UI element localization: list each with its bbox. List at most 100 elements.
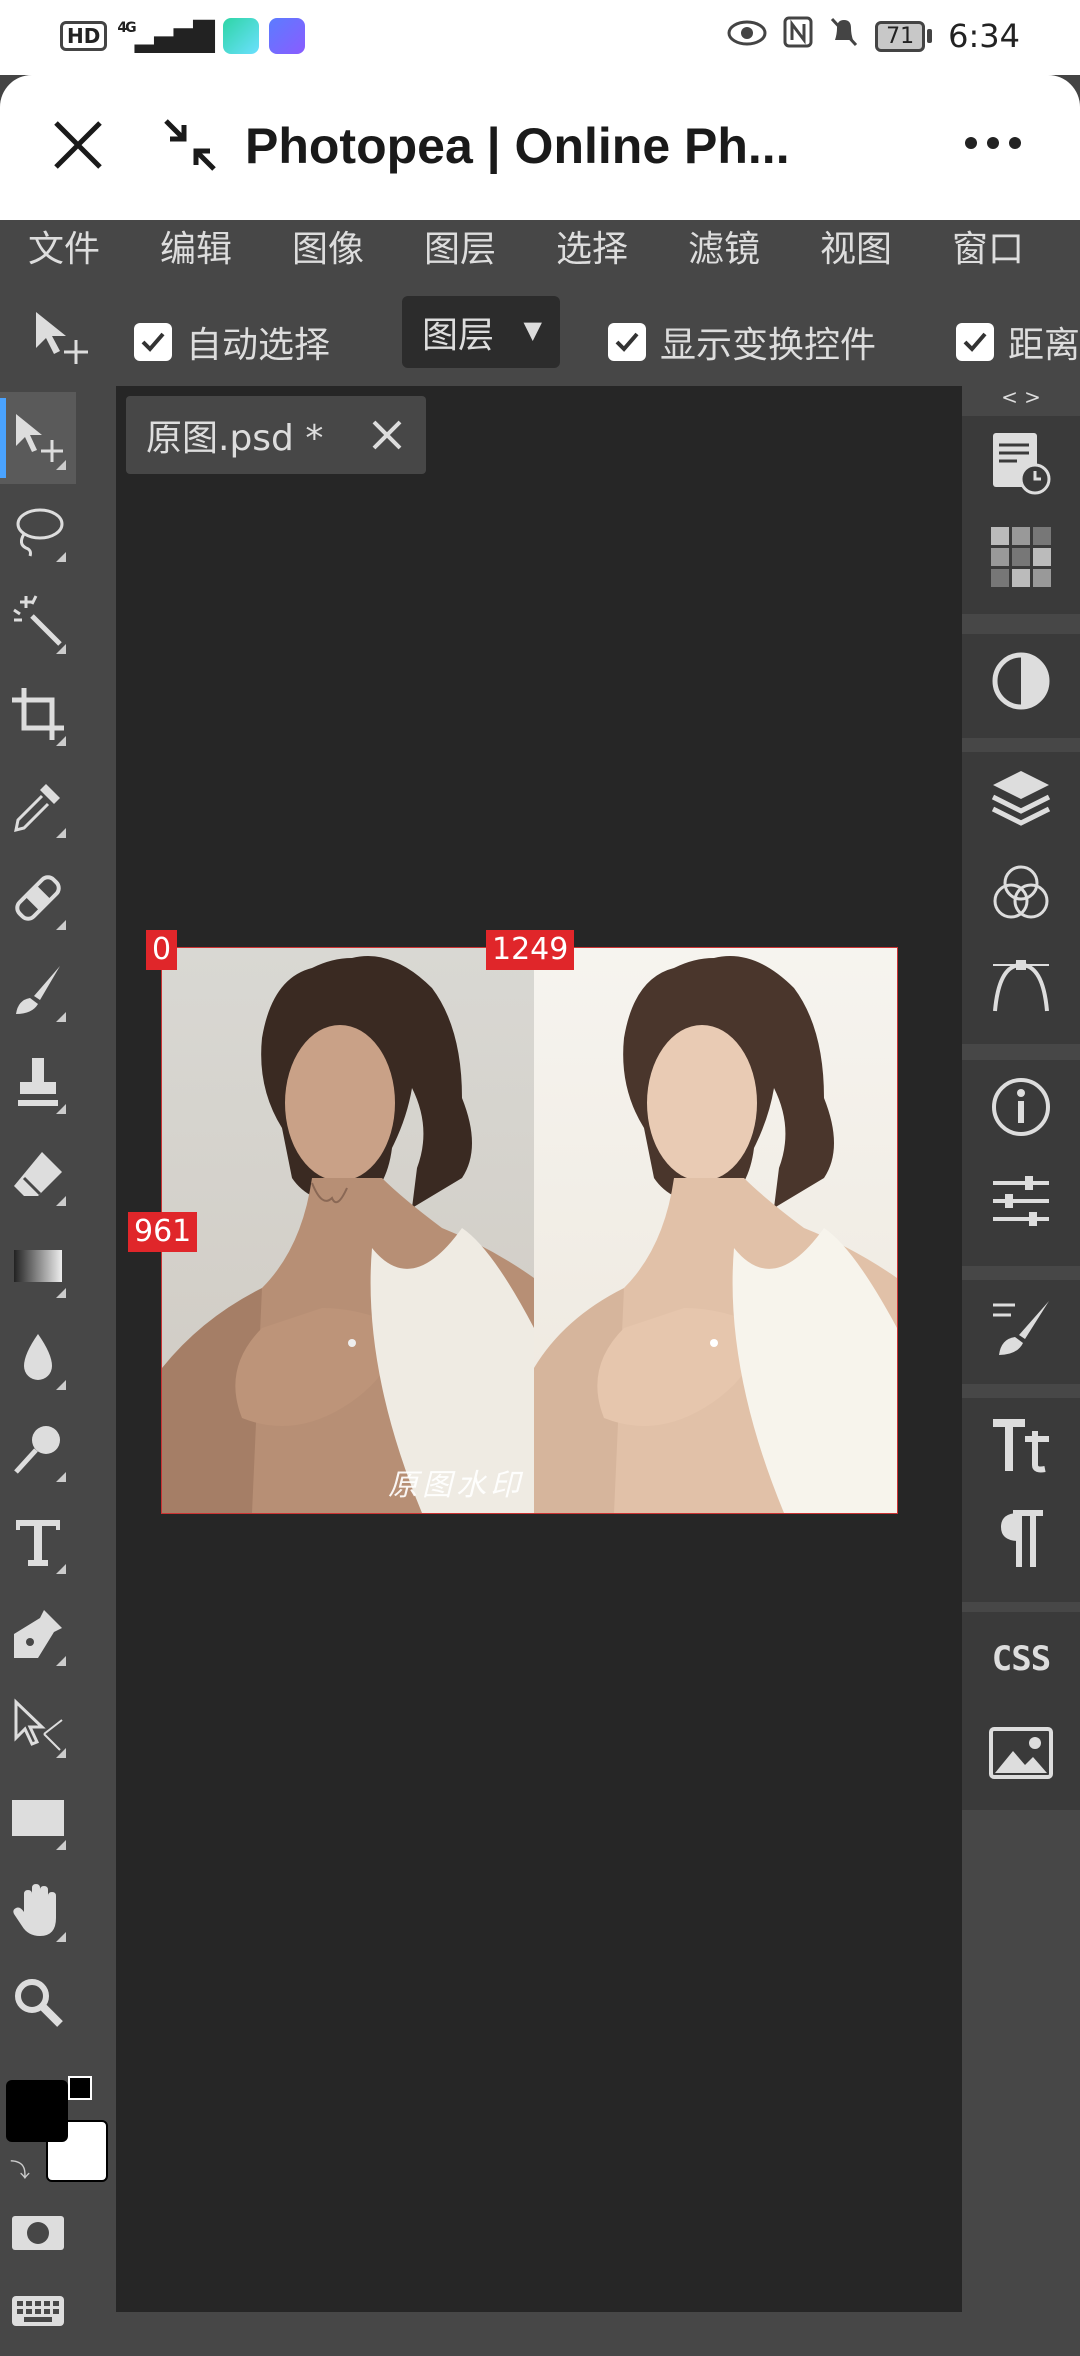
css-panel-button[interactable]: CSS [962, 1612, 1080, 1706]
auto-select-checkbox[interactable]: 自动选择 [134, 316, 330, 368]
browser-bar: Photopea | Online Ph... [0, 75, 1080, 220]
ruler-tag-origin: 0 [146, 930, 178, 970]
watermark-text: 原图水印 [388, 1468, 524, 1503]
info-icon [992, 1078, 1050, 1136]
original-photo: 原图水印 [162, 948, 534, 1513]
distance-checkbox[interactable]: 距离 [956, 316, 1080, 368]
swatches-icon [991, 527, 1051, 587]
move-tool[interactable] [0, 392, 76, 484]
direct-select-icon [14, 1698, 63, 1751]
css-icon: CSS [991, 1639, 1051, 1679]
move-tool-icon [16, 414, 63, 462]
character-icon [993, 1419, 1049, 1473]
panel-group-history [962, 416, 1080, 622]
status-bar: HD 4G▂▄▆█ 71 6:34 [0, 0, 1080, 75]
eyedropper-tool[interactable] [0, 760, 76, 852]
app-notification-icon [222, 18, 259, 54]
menu-file[interactable]: 文件 [0, 220, 132, 286]
clone-stamp-tool[interactable] [0, 1036, 76, 1128]
document-tab[interactable]: 原图.psd * [126, 396, 426, 474]
menu-select[interactable]: 选择 [528, 220, 660, 286]
crop-tool[interactable] [0, 668, 76, 760]
healing-brush-tool[interactable] [0, 852, 76, 944]
rectangle-icon [12, 1800, 64, 1836]
pen-tool[interactable] [0, 1588, 76, 1680]
distance-label: 距离 [1008, 325, 1080, 366]
dodge-tool[interactable] [0, 1404, 76, 1496]
menu-filter[interactable]: 滤镜 [660, 220, 792, 286]
menu-layer[interactable]: 图层 [396, 220, 528, 286]
checkbox-checked-icon [134, 323, 172, 361]
blur-tool[interactable] [0, 1312, 76, 1404]
gradient-tool[interactable] [0, 1220, 76, 1312]
brush-icon [16, 966, 60, 1014]
menu-bar: 文件 编辑 图像 图层 选择 滤镜 视图 窗口 [0, 220, 1080, 286]
rectangle-tool[interactable] [0, 1772, 76, 1864]
blur-icon [24, 1334, 52, 1380]
status-left-icons: HD 4G▂▄▆█ [60, 18, 305, 54]
battery-icon: 71 [875, 20, 933, 52]
dropdown-arrow-icon: ▼ [523, 316, 542, 344]
auto-select-label: 自动选择 [186, 325, 331, 366]
battery-level: 71 [875, 20, 926, 52]
stamp-icon [18, 1058, 58, 1106]
zoom-icon [15, 1979, 63, 2027]
swatches-panel-button[interactable] [962, 510, 1080, 604]
gradient-icon [14, 1250, 62, 1282]
document-tab-label: 原图.psd * [146, 418, 324, 459]
dodge-icon [14, 1426, 60, 1474]
brushes-panel-button[interactable] [962, 1280, 1080, 1374]
panel-collapse-toggle[interactable]: < > [962, 386, 1080, 408]
magic-wand-tool[interactable] [0, 576, 76, 668]
keyboard-button[interactable] [0, 2264, 76, 2356]
info-panel-button[interactable] [962, 1060, 1080, 1154]
menu-window[interactable]: 窗口 [924, 220, 1056, 286]
minimize-window-icon[interactable] [160, 115, 220, 179]
document-image[interactable]: 原图水印 [161, 947, 898, 1514]
history-panel-button[interactable] [962, 416, 1080, 510]
layers-icon [991, 771, 1051, 826]
panel-group-brushes [962, 1280, 1080, 1392]
close-icon[interactable] [50, 117, 106, 177]
panel-group-css: CSS [962, 1612, 1080, 1818]
panel-group-layers [962, 752, 1080, 1052]
history-icon [993, 433, 1051, 495]
image-panel-button[interactable] [962, 1706, 1080, 1800]
channels-panel-button[interactable] [962, 846, 1080, 940]
type-tool-icon [16, 1520, 60, 1566]
layers-panel-button[interactable] [962, 752, 1080, 846]
auto-select-target-dropdown[interactable]: 图层 ▼ [402, 296, 560, 368]
show-transform-checkbox[interactable]: 显示变换控件 [608, 316, 876, 368]
properties-panel-button[interactable] [962, 1154, 1080, 1248]
adjustments-panel-button[interactable] [962, 634, 1080, 728]
eraser-tool[interactable] [0, 1128, 76, 1220]
menu-edit[interactable]: 编辑 [132, 220, 264, 286]
menu-image[interactable]: 图像 [264, 220, 396, 286]
menu-view[interactable]: 视图 [792, 220, 924, 286]
close-tab-icon[interactable] [370, 418, 404, 461]
default-colors-icon[interactable] [68, 2076, 92, 2100]
lasso-tool[interactable] [0, 484, 76, 576]
foreground-color[interactable] [6, 2080, 68, 2142]
brush-tool[interactable] [0, 944, 76, 1036]
nfc-icon [783, 16, 813, 56]
zoom-tool[interactable] [0, 1956, 76, 2048]
hand-tool[interactable] [0, 1864, 76, 1956]
image-icon [989, 1727, 1053, 1779]
dropdown-value: 图层 [422, 315, 495, 356]
healing-brush-icon [15, 875, 61, 921]
paths-icon [993, 960, 1049, 1012]
paragraph-panel-button[interactable] [962, 1492, 1080, 1586]
ruler-tag-y: 961 [128, 1212, 198, 1252]
show-transform-label: 显示变换控件 [660, 325, 877, 366]
more-options-icon[interactable] [965, 137, 1021, 149]
swap-colors-icon[interactable]: ⤵ [10, 2154, 30, 2183]
signal-icon: 4G▂▄▆█ [117, 19, 214, 53]
paths-panel-button[interactable] [962, 940, 1080, 1034]
color-swatches[interactable]: ⤵ [0, 2076, 108, 2186]
panel-group-adjustments [962, 634, 1080, 746]
character-panel-button[interactable] [962, 1398, 1080, 1492]
type-tool[interactable] [0, 1496, 76, 1588]
hand-icon [13, 1884, 57, 1936]
path-selection-tool[interactable] [0, 1680, 76, 1772]
